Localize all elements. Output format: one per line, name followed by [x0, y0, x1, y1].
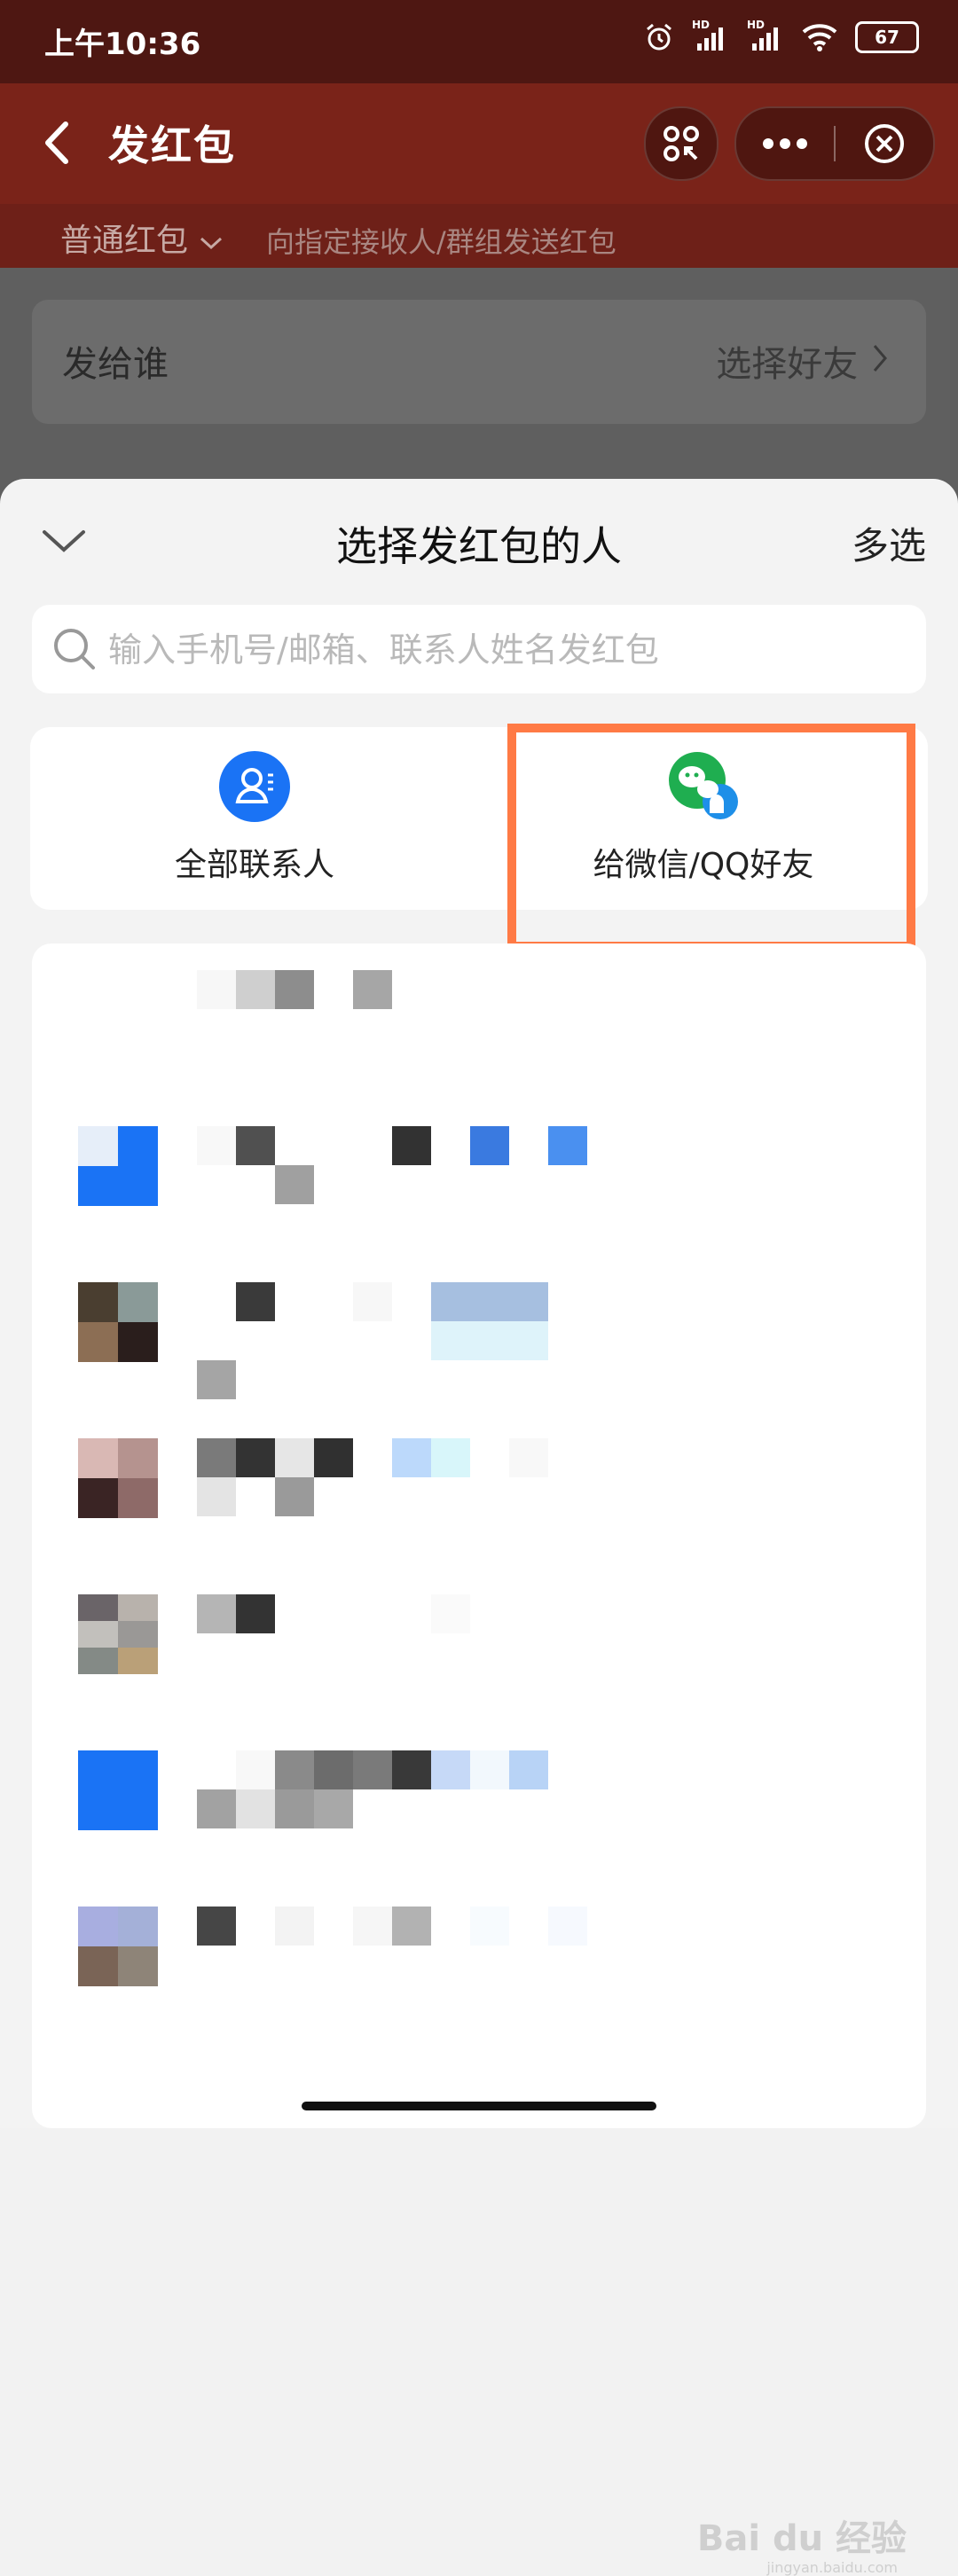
- search-icon: [54, 629, 95, 669]
- alarm-icon: [647, 23, 671, 51]
- battery-indicator: 67: [855, 21, 919, 53]
- network-type-2: HD: [747, 19, 766, 31]
- avatar: [78, 1907, 158, 1986]
- all-contacts-label: 全部联系人: [174, 847, 334, 883]
- select-friend-label: 选择好友: [716, 344, 859, 385]
- search-input[interactable]: [106, 621, 891, 679]
- contacts-icon: [219, 751, 290, 822]
- recipient-card[interactable]: 发给谁 选择好友: [32, 300, 926, 424]
- watermark-url: jingyan.baidu.com: [766, 2559, 898, 2576]
- signal-icon-2: HD: [747, 19, 784, 52]
- avatar: [78, 1282, 158, 1362]
- status-icons: HD HD 67: [644, 19, 919, 53]
- packet-type-dropdown[interactable]: 普通红包: [60, 215, 224, 261]
- more-dots-icon: [763, 138, 807, 149]
- list-item[interactable]: [32, 1724, 926, 1880]
- list-item[interactable]: [32, 1412, 926, 1568]
- contact-name-redacted: [197, 1126, 623, 1206]
- contact-list: [32, 943, 926, 2128]
- select-recipient-sheet: 选择发红包的人 多选 全部联系人 给微信/QQ好友: [0, 479, 958, 2576]
- list-item[interactable]: [32, 1100, 926, 1256]
- network-type-1: HD: [692, 19, 711, 31]
- select-friend-action[interactable]: 选择好友: [716, 335, 891, 387]
- recipient-label: 发给谁: [62, 344, 169, 385]
- home-indicator[interactable]: [302, 2102, 656, 2110]
- mini-program-controls: [644, 106, 935, 181]
- packet-type-bar: 普通红包 向指定接收人/群组发送红包: [0, 204, 958, 268]
- chevron-right-icon: [873, 345, 887, 372]
- highlight-box: [507, 724, 915, 951]
- list-item[interactable]: [32, 1880, 926, 2036]
- contact-name-redacted: [197, 1438, 623, 1518]
- capsule-menu: [734, 106, 935, 181]
- contact-name-redacted: [197, 1750, 623, 1830]
- wifi-icon: [802, 24, 837, 51]
- avatar: [78, 1750, 158, 1830]
- list-item[interactable]: [32, 943, 926, 1100]
- back-arrow-icon[interactable]: [34, 112, 83, 174]
- close-circle-icon: [865, 124, 904, 163]
- signal-icon-1: HD: [692, 19, 729, 52]
- contact-name-redacted: [197, 970, 623, 1050]
- grid-scan-icon: [664, 126, 699, 161]
- contact-name-redacted: [197, 1594, 623, 1674]
- packet-type-description: 向指定接收人/群组发送红包: [266, 225, 616, 259]
- avatar: [78, 1126, 158, 1206]
- contact-name-redacted: [197, 1282, 623, 1399]
- page-title: 发红包: [108, 121, 236, 169]
- status-time: 上午10:36: [44, 27, 201, 62]
- chevron-down-icon: [200, 237, 223, 250]
- avatar: [78, 1594, 158, 1674]
- packet-type-label: 普通红包: [60, 223, 189, 259]
- sheet-title: 选择发红包的人: [336, 522, 622, 570]
- search-bar[interactable]: [32, 605, 926, 693]
- list-item[interactable]: [32, 1256, 926, 1412]
- watermark-logo: Bai du 经验: [696, 2518, 907, 2559]
- close-mini-program-button[interactable]: [836, 122, 933, 165]
- list-item[interactable]: [32, 1568, 926, 1724]
- avatar: [78, 1438, 158, 1518]
- contact-name-redacted: [197, 1907, 623, 1986]
- scan-button[interactable]: [644, 106, 718, 181]
- more-button[interactable]: [736, 137, 834, 150]
- all-contacts-option[interactable]: 全部联系人: [30, 727, 479, 910]
- status-bar: 上午10:36 HD HD 67: [0, 0, 958, 83]
- multi-select-button[interactable]: 多选: [852, 516, 926, 570]
- app-bar: 发红包: [0, 83, 958, 204]
